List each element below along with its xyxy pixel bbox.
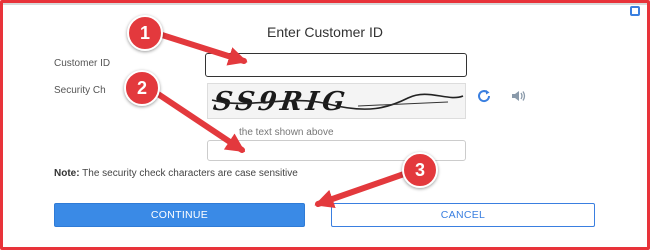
window-corner-icon[interactable] (630, 6, 640, 16)
step-marker-3: 3 (402, 152, 438, 188)
case-sensitive-note: Note: The security check characters are … (54, 168, 298, 179)
security-check-label: Security Ch (54, 85, 106, 96)
speaker-icon[interactable] (510, 88, 528, 104)
continue-button[interactable]: CONTINUE (54, 203, 305, 227)
customer-id-input[interactable] (205, 53, 467, 77)
note-prefix: Note: (54, 168, 80, 179)
dialog-title: Enter Customer ID (267, 24, 383, 40)
captcha-hint: the text shown above (239, 127, 334, 138)
cancel-button[interactable]: CANCEL (331, 203, 595, 227)
customer-id-label: Customer ID (54, 58, 111, 69)
step-marker-2: 2 (124, 70, 160, 106)
top-divider (3, 3, 647, 5)
step-marker-1: 1 (127, 15, 163, 51)
refresh-icon[interactable] (476, 88, 492, 104)
captcha-image: SS9RIG (207, 83, 466, 119)
note-text: The security check characters are case s… (79, 168, 298, 179)
